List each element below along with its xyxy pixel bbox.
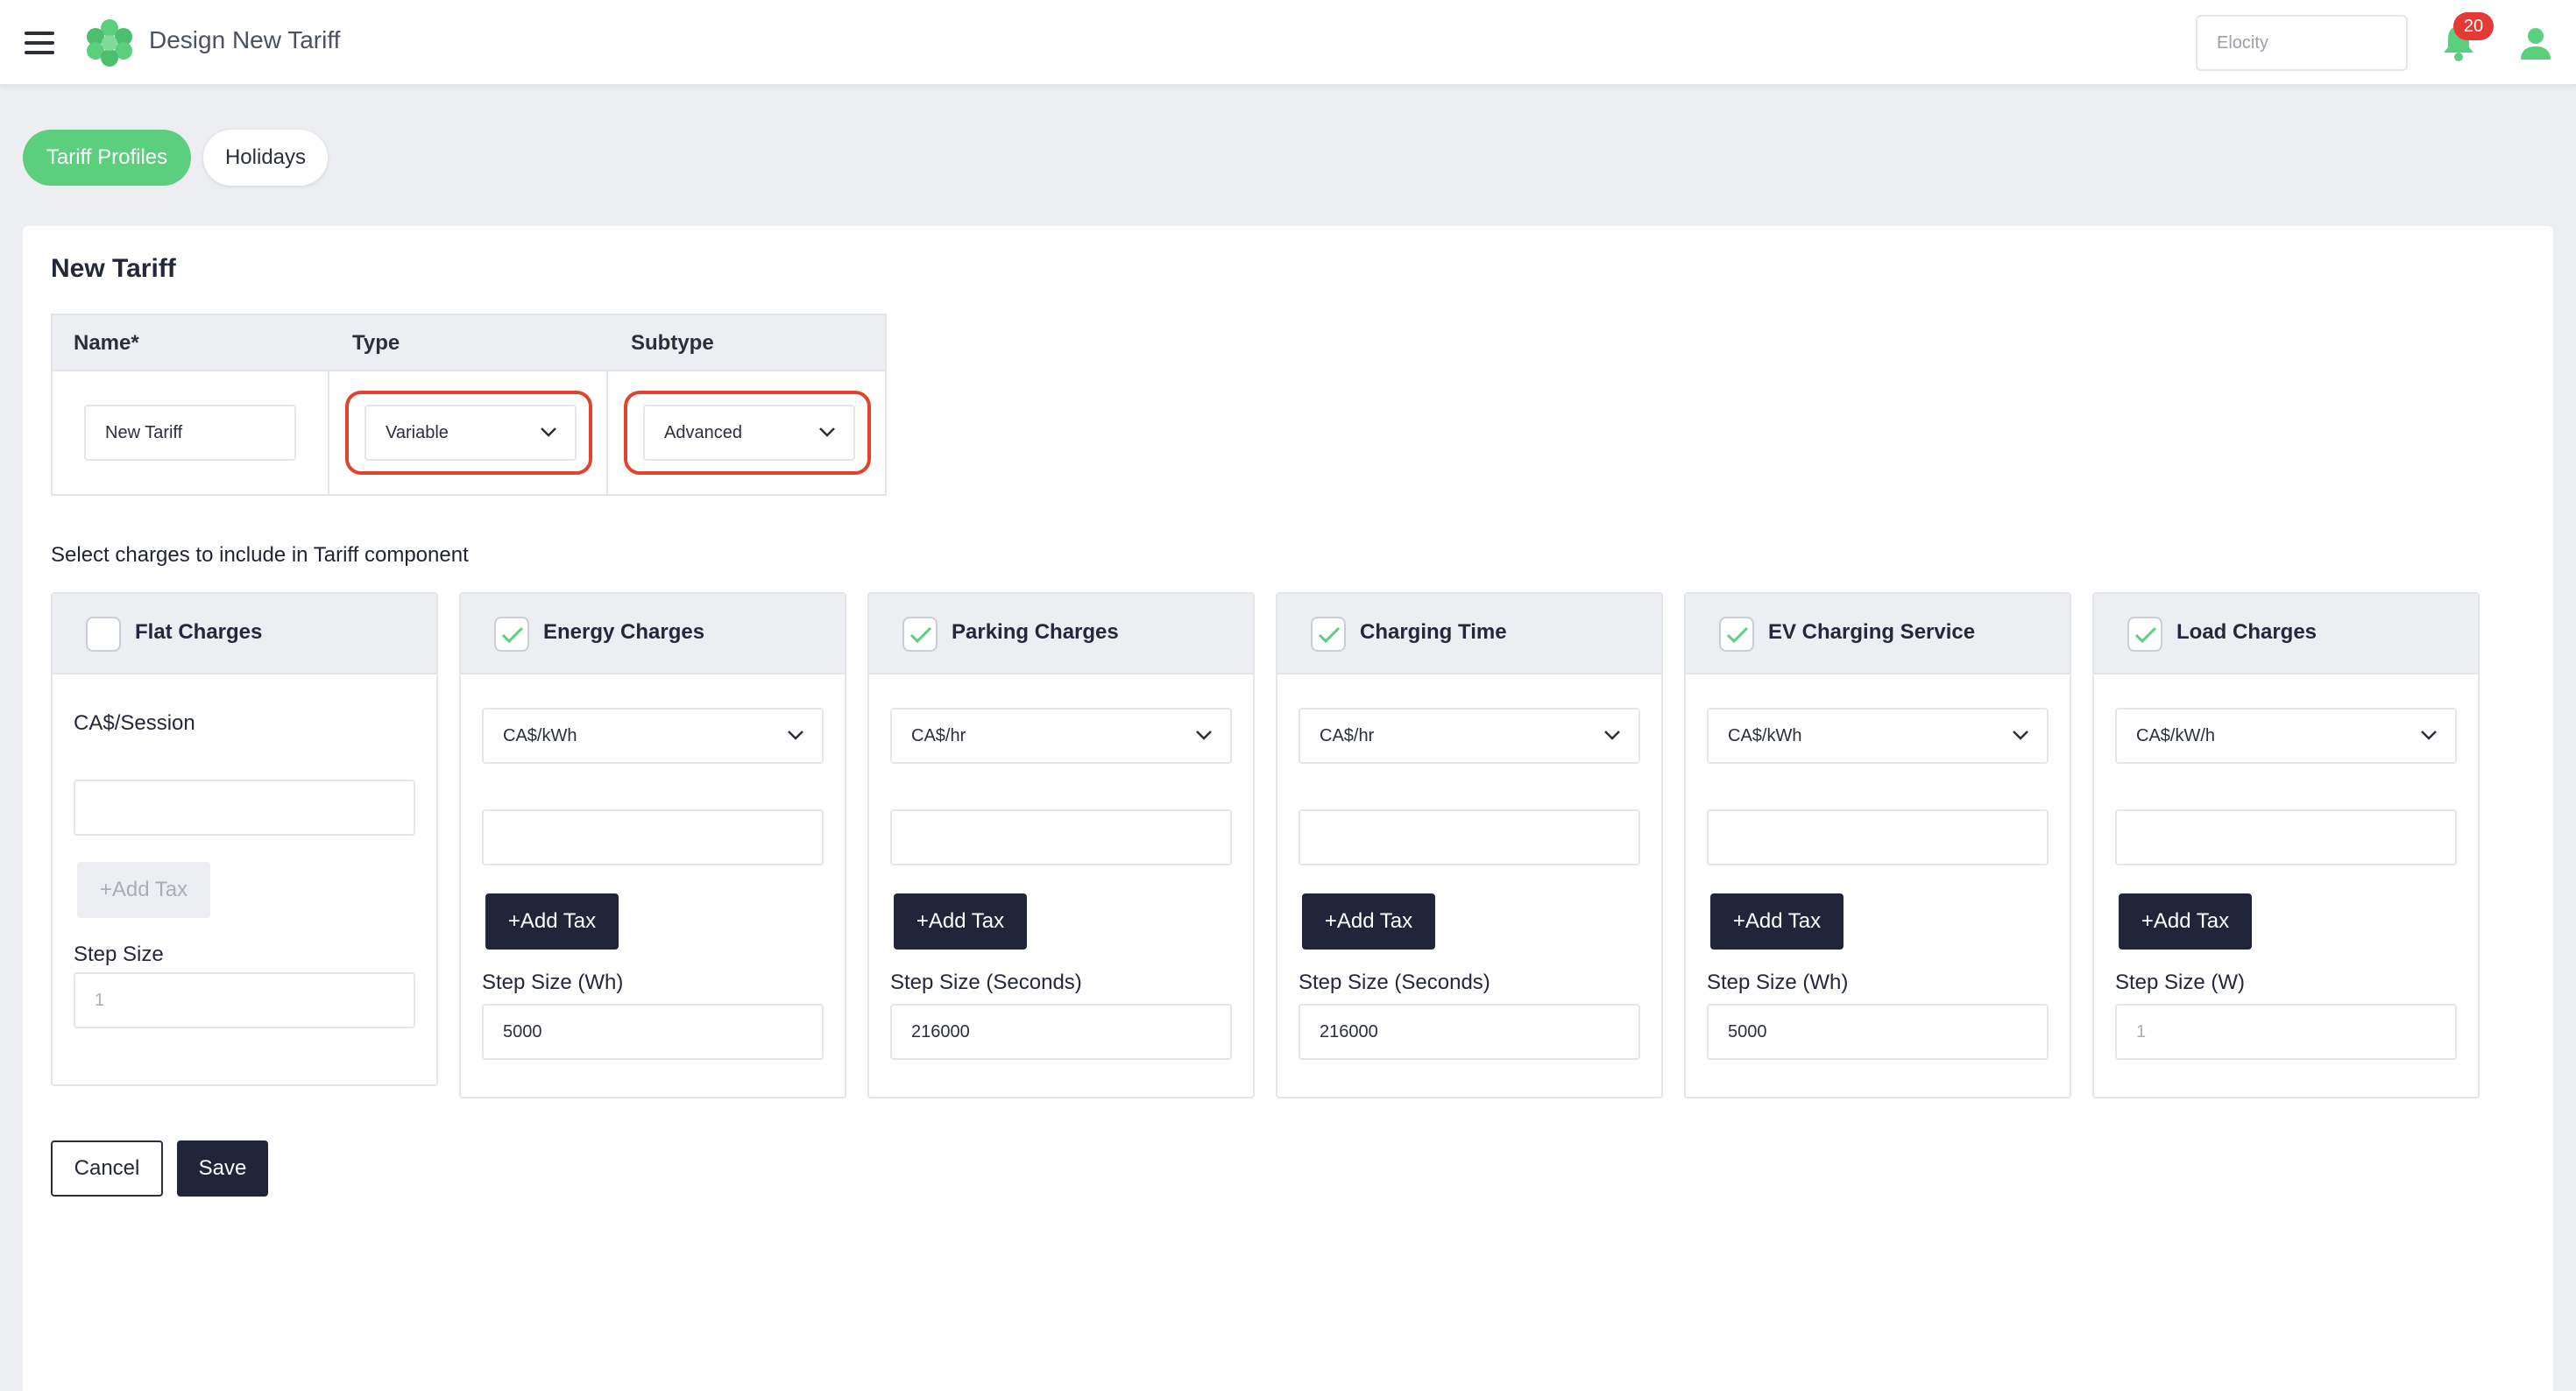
check-icon <box>909 626 932 644</box>
unit-select-value: CA$/kWh <box>503 726 577 745</box>
ev-charging-service-checkbox[interactable] <box>1719 617 1754 652</box>
charge-card-parking: Parking Charges CA$/hr +Add Tax Step Siz… <box>867 592 1255 1098</box>
unit-select-value: CA$/hr <box>911 726 966 745</box>
type-select-value: Variable <box>386 423 449 442</box>
amount-input[interactable] <box>1299 809 1640 865</box>
add-tax-button[interactable]: +Add Tax <box>2119 893 2252 950</box>
tab-holidays[interactable]: Holidays <box>203 130 328 186</box>
step-size-label: Step Size (Seconds) <box>890 971 1082 994</box>
add-tax-button[interactable]: +Add Tax <box>1710 893 1844 950</box>
charge-title: Flat Charges <box>135 620 263 644</box>
add-tax-button[interactable]: +Add Tax <box>1302 893 1435 950</box>
add-tax-button[interactable]: +Add Tax <box>77 862 210 918</box>
charge-card-header: Load Charges <box>2094 594 2478 674</box>
column-divider <box>606 371 608 496</box>
column-name-header: Name* <box>74 331 139 355</box>
amount-input[interactable] <box>890 809 1232 865</box>
table-header: Name* Type Subtype <box>53 315 885 371</box>
unit-select[interactable]: CA$/kW/h <box>2115 708 2457 764</box>
charge-card-header: EV Charging Service <box>1686 594 2070 674</box>
unit-select-value: CA$/hr <box>1320 726 1375 745</box>
organization-field[interactable]: Elocity <box>2196 15 2408 71</box>
unit-select[interactable]: CA$/hr <box>1299 708 1640 764</box>
page-title: Design New Tariff <box>149 26 341 53</box>
chevron-down-icon <box>1196 731 1212 740</box>
chevron-down-icon <box>2421 731 2437 740</box>
charges-instruction: Select charges to include in Tariff comp… <box>51 543 469 567</box>
step-size-input[interactable]: 216000 <box>1299 1004 1640 1060</box>
unit-select[interactable]: CA$/hr <box>890 708 1232 764</box>
hamburger-menu-icon[interactable] <box>25 32 54 54</box>
type-select[interactable]: Variable <box>364 405 577 461</box>
charge-title: Charging Time <box>1360 620 1507 644</box>
amount-input[interactable] <box>482 809 824 865</box>
amount-input[interactable] <box>1707 809 2049 865</box>
chevron-down-icon <box>788 731 803 740</box>
tariff-details-table: Name* Type Subtype New Tariff Variable A… <box>51 314 887 496</box>
save-button[interactable]: Save <box>177 1140 268 1197</box>
form-title: New Tariff <box>51 254 176 283</box>
charge-card-header: Flat Charges <box>53 594 436 674</box>
tab-tariff-profiles[interactable]: Tariff Profiles <box>23 130 191 186</box>
chevron-down-icon <box>819 427 835 437</box>
subtype-select-value: Advanced <box>664 423 742 442</box>
parking-charges-checkbox[interactable] <box>902 617 938 652</box>
column-divider <box>328 371 329 496</box>
charge-title: Load Charges <box>2176 620 2318 644</box>
add-tax-button[interactable]: +Add Tax <box>894 893 1027 950</box>
charge-title: EV Charging Service <box>1768 620 1976 644</box>
subtype-select[interactable]: Advanced <box>643 405 855 461</box>
check-icon <box>1726 626 1749 644</box>
chevron-down-icon <box>2013 731 2028 740</box>
charge-card-load: Load Charges CA$/kW/h +Add Tax Step Size… <box>2092 592 2480 1098</box>
amount-input[interactable] <box>2115 809 2457 865</box>
charge-card-flat: Flat Charges CA$/Session +Add Tax Step S… <box>51 592 438 1086</box>
add-tax-button[interactable]: +Add Tax <box>485 893 619 950</box>
step-size-input[interactable]: 5000 <box>482 1004 824 1060</box>
amount-input[interactable] <box>74 780 415 836</box>
charge-card-ev-charging-service: EV Charging Service CA$/kWh +Add Tax Ste… <box>1684 592 2071 1098</box>
unit-select[interactable]: CA$/kWh <box>1707 708 2049 764</box>
step-size-label: Step Size (Wh) <box>1707 971 1849 994</box>
unit-select-value: CA$/kWh <box>1728 726 1802 745</box>
charge-card-header: Charging Time <box>1277 594 1661 674</box>
unit-select[interactable]: CA$/kWh <box>482 708 824 764</box>
chevron-down-icon <box>1604 731 1620 740</box>
step-size-input[interactable]: 1 <box>2115 1004 2457 1060</box>
notification-badge: 20 <box>2453 12 2494 40</box>
user-icon[interactable] <box>2518 26 2553 61</box>
tariff-name-input[interactable]: New Tariff <box>84 405 296 461</box>
step-size-input[interactable]: 1 <box>74 972 415 1028</box>
top-bar: Design New Tariff Elocity 20 <box>0 0 2576 86</box>
column-type-header: Type <box>352 331 400 355</box>
step-size-input[interactable]: 5000 <box>1707 1004 2049 1060</box>
check-icon <box>501 626 524 644</box>
charge-card-header: Parking Charges <box>869 594 1253 674</box>
chevron-down-icon <box>541 427 556 437</box>
unit-select-value: CA$/kW/h <box>2136 726 2216 745</box>
flat-charges-checkbox[interactable] <box>86 617 121 652</box>
check-icon <box>2134 626 2157 644</box>
charge-title: Energy Charges <box>543 620 705 644</box>
cancel-button[interactable]: Cancel <box>51 1140 163 1197</box>
flower-logo-icon <box>87 19 132 67</box>
step-size-label: Step Size <box>74 943 164 966</box>
column-subtype-header: Subtype <box>631 331 714 355</box>
step-size-label: Step Size (W) <box>2115 971 2246 994</box>
energy-charges-checkbox[interactable] <box>494 617 529 652</box>
charge-title: Parking Charges <box>952 620 1119 644</box>
charge-card-header: Energy Charges <box>461 594 845 674</box>
charge-card-charging-time: Charging Time CA$/hr +Add Tax Step Size … <box>1276 592 1663 1098</box>
new-tariff-card: New Tariff Name* Type Subtype New Tariff… <box>23 226 2553 1391</box>
charge-card-energy: Energy Charges CA$/kWh +Add Tax Step Siz… <box>459 592 846 1098</box>
step-size-label: Step Size (Wh) <box>482 971 624 994</box>
charging-time-checkbox[interactable] <box>1311 617 1346 652</box>
load-charges-checkbox[interactable] <box>2127 617 2162 652</box>
step-size-input[interactable]: 216000 <box>890 1004 1232 1060</box>
check-icon <box>1318 626 1341 644</box>
unit-label: CA$/Session <box>74 711 195 735</box>
step-size-label: Step Size (Seconds) <box>1299 971 1490 994</box>
